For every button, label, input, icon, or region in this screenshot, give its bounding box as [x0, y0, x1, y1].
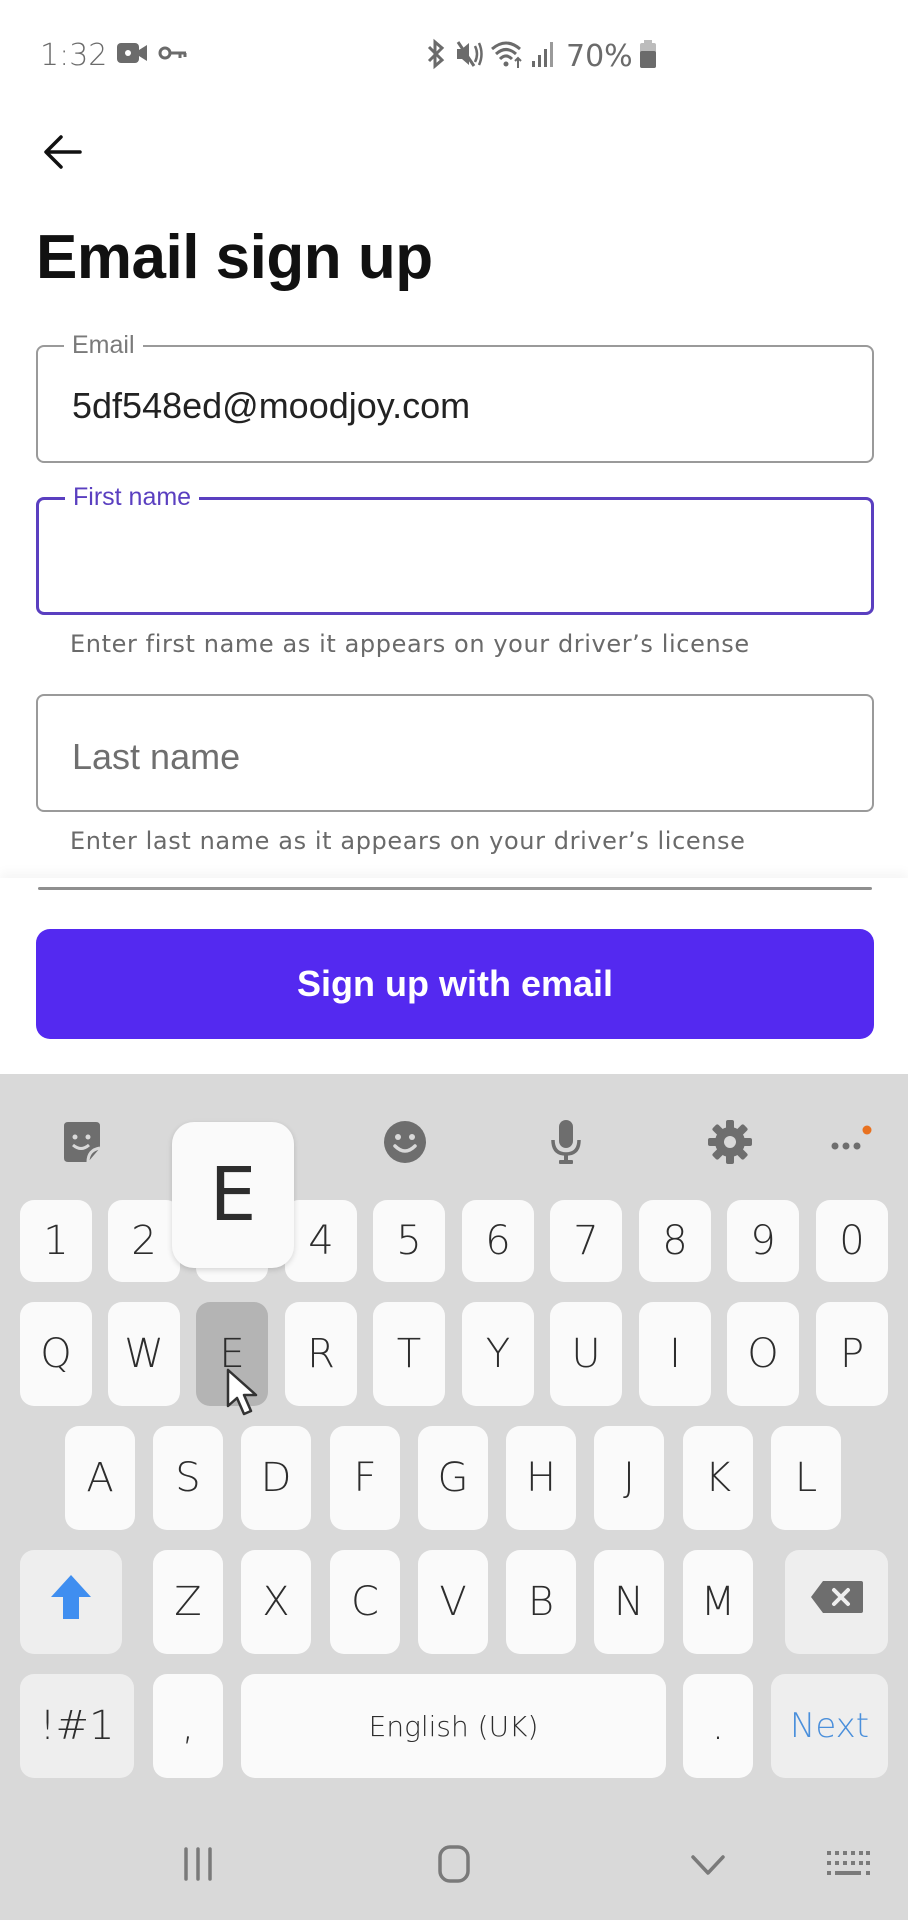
key-b[interactable]: B: [506, 1550, 576, 1654]
key-6[interactable]: 6: [462, 1200, 534, 1282]
sticker-icon[interactable]: [52, 1110, 112, 1174]
email-label: Email: [64, 329, 143, 361]
mouse-cursor-icon: [226, 1368, 260, 1421]
key-o[interactable]: O: [727, 1302, 799, 1406]
key-l[interactable]: L: [771, 1426, 841, 1530]
battery-icon: [639, 39, 657, 74]
mute-icon: [454, 38, 484, 75]
arrow-left-icon: [42, 134, 82, 175]
key-v[interactable]: V: [418, 1550, 488, 1654]
key-m[interactable]: M: [683, 1550, 753, 1654]
key-t[interactable]: T: [373, 1302, 445, 1406]
more-icon[interactable]: [818, 1110, 878, 1174]
key-z[interactable]: Z: [153, 1550, 223, 1654]
key-i[interactable]: I: [639, 1302, 711, 1406]
key-2[interactable]: 2: [108, 1200, 180, 1282]
hide-keyboard-button[interactable]: [678, 1836, 738, 1896]
vpn-key-icon: [158, 43, 188, 68]
key-f[interactable]: F: [330, 1426, 400, 1530]
key-n[interactable]: N: [594, 1550, 664, 1654]
video-record-icon: [116, 40, 148, 71]
keyboard-icon: [825, 1849, 871, 1884]
key-w[interactable]: W: [108, 1302, 180, 1406]
shift-arrow-icon: [49, 1573, 93, 1631]
next-key[interactable]: Next: [771, 1674, 888, 1778]
next-field-edge: [38, 887, 872, 890]
page-title: Email sign up: [36, 223, 433, 292]
symbols-key[interactable]: !#1: [20, 1674, 134, 1778]
status-bar: 1:32 70%: [0, 0, 908, 112]
key-d[interactable]: D: [241, 1426, 311, 1530]
key-r[interactable]: R: [285, 1302, 357, 1406]
chevron-down-icon: [688, 1849, 728, 1884]
recents-icon: [178, 1846, 218, 1887]
backspace-key[interactable]: [785, 1550, 888, 1654]
email-field[interactable]: Email 5df548ed@moodjoy.com: [36, 329, 874, 463]
key-h[interactable]: H: [506, 1426, 576, 1530]
battery-percent: 70%: [566, 39, 633, 74]
shift-key[interactable]: [20, 1550, 122, 1654]
key-9[interactable]: 9: [727, 1200, 799, 1282]
emoji-icon[interactable]: [375, 1110, 435, 1174]
wifi-icon: [490, 38, 524, 75]
last-name-field[interactable]: Last name: [36, 694, 874, 812]
comma-key[interactable]: ,: [153, 1674, 223, 1778]
home-button[interactable]: [424, 1836, 484, 1896]
system-navigation-bar: [0, 1810, 908, 1920]
microphone-icon[interactable]: [536, 1110, 596, 1174]
key-c[interactable]: C: [330, 1550, 400, 1654]
key-g[interactable]: G: [418, 1426, 488, 1530]
key-0[interactable]: 0: [816, 1200, 888, 1282]
back-button[interactable]: [36, 128, 88, 180]
space-key[interactable]: English (UK): [241, 1674, 666, 1778]
sign-up-with-email-button[interactable]: Sign up with email: [36, 929, 874, 1039]
key-1[interactable]: 1: [20, 1200, 92, 1282]
key-p[interactable]: P: [816, 1302, 888, 1406]
status-time: 1:32: [40, 38, 108, 73]
key-5[interactable]: 5: [373, 1200, 445, 1282]
key-j[interactable]: J: [594, 1426, 664, 1530]
key-8[interactable]: 8: [639, 1200, 711, 1282]
key-4[interactable]: 4: [285, 1200, 357, 1282]
key-preview-popup: E: [172, 1122, 294, 1268]
key-x[interactable]: X: [241, 1550, 311, 1654]
first-name-label: First name: [65, 481, 200, 513]
backspace-icon: [809, 1579, 865, 1625]
key-s[interactable]: S: [153, 1426, 223, 1530]
keyboard-toolbar: [0, 1110, 908, 1174]
first-name-helper: Enter first name as it appears on your d…: [70, 630, 750, 658]
key-q[interactable]: Q: [20, 1302, 92, 1406]
first-name-field[interactable]: First name: [36, 481, 874, 615]
settings-icon[interactable]: [700, 1110, 760, 1174]
recents-button[interactable]: [168, 1836, 228, 1896]
bluetooth-icon: [424, 38, 448, 75]
keyboard-switch-button[interactable]: [818, 1836, 878, 1896]
key-y[interactable]: Y: [462, 1302, 534, 1406]
last-name-placeholder: Last name: [72, 736, 241, 777]
key-7[interactable]: 7: [550, 1200, 622, 1282]
period-key[interactable]: .: [683, 1674, 753, 1778]
key-k[interactable]: K: [683, 1426, 753, 1530]
key-a[interactable]: A: [65, 1426, 135, 1530]
key-u[interactable]: U: [550, 1302, 622, 1406]
home-icon: [434, 1844, 474, 1889]
email-value: 5df548ed@moodjoy.com: [72, 385, 471, 426]
signal-icon: [530, 39, 554, 74]
last-name-helper: Enter last name as it appears on your dr…: [70, 827, 746, 855]
